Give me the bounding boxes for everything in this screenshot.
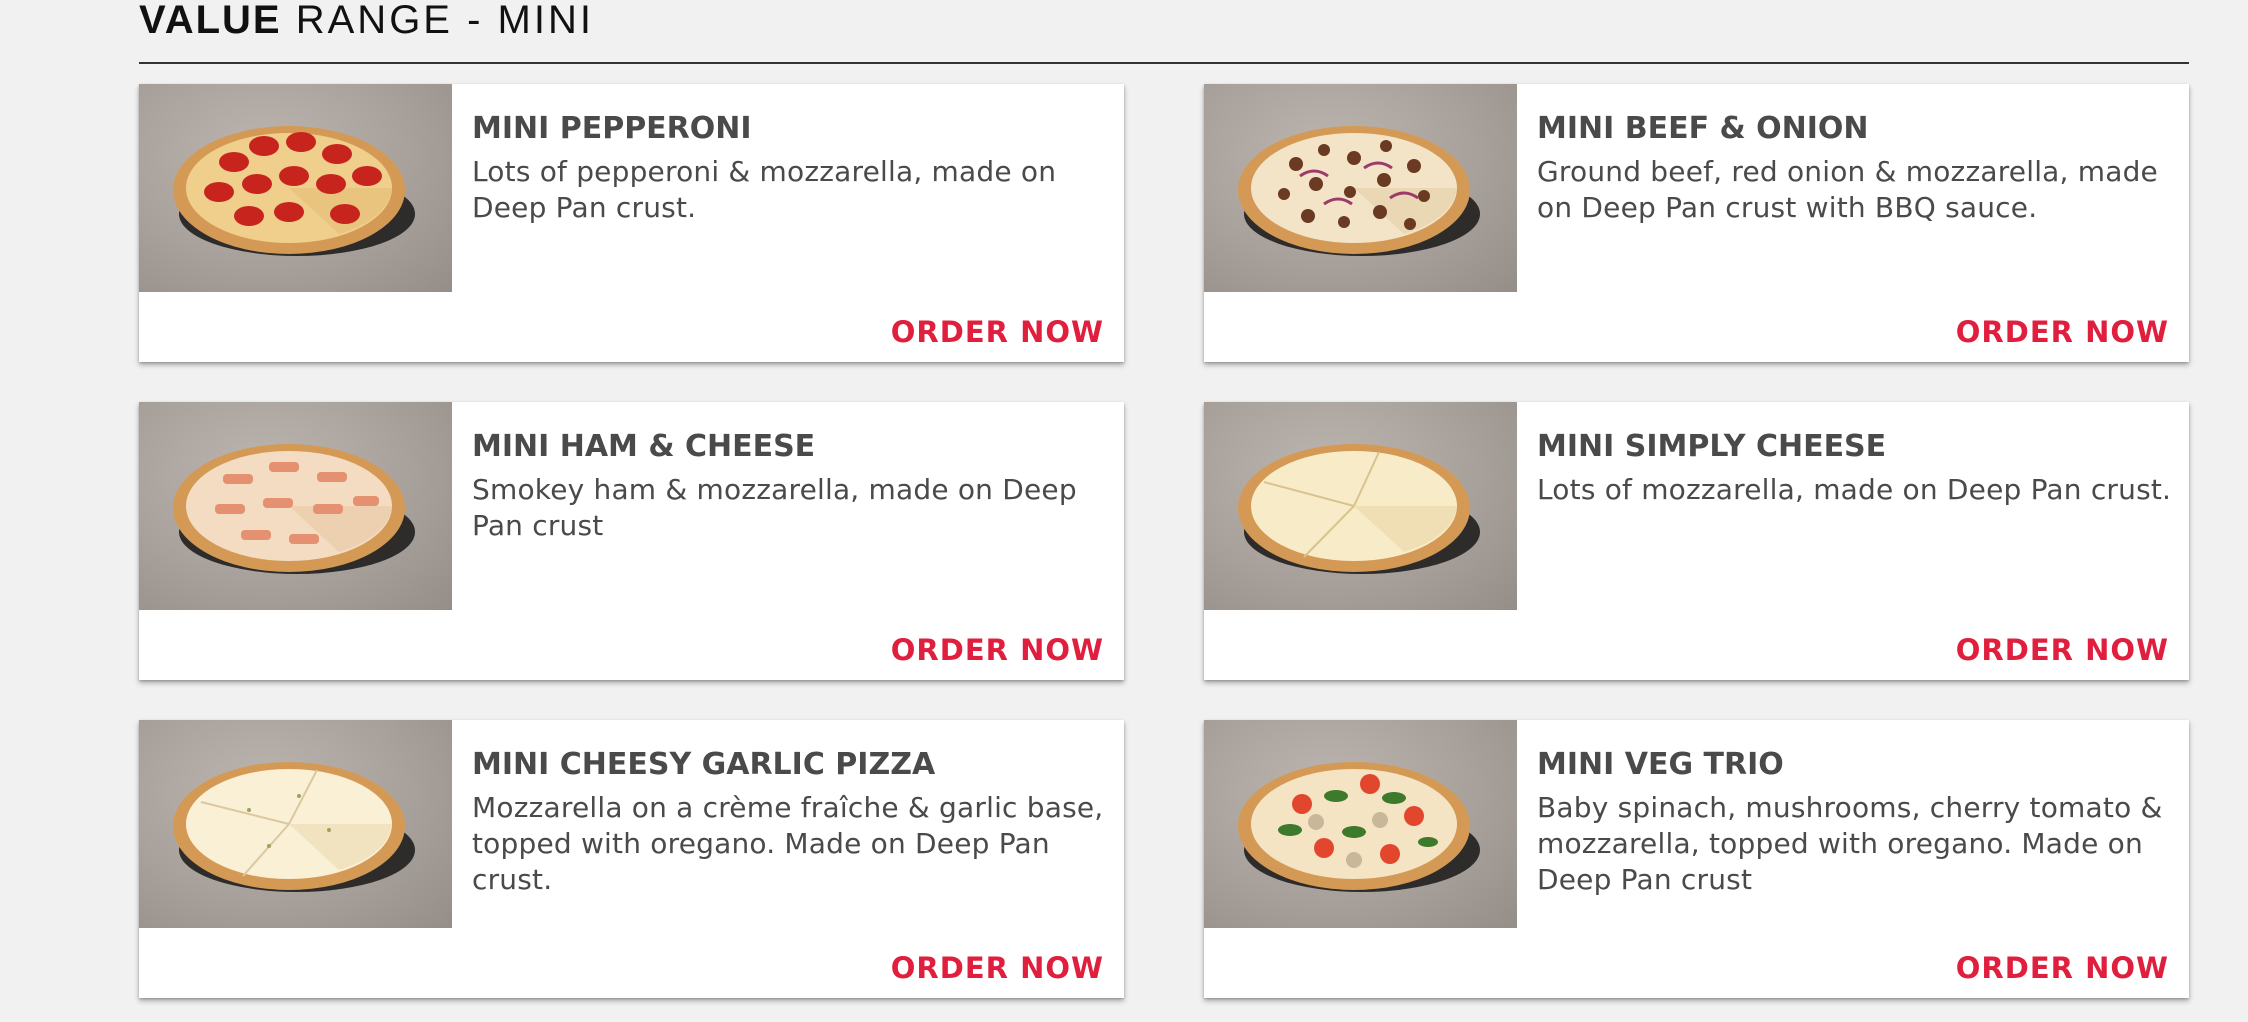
product-name: MINI CHEESY GARLIC PIZZA xyxy=(472,747,936,782)
product-grid: MINI PEPPERONI Lots of pepperoni & mozza… xyxy=(139,84,2189,998)
order-now-button[interactable]: ORDER NOW xyxy=(1956,948,2169,988)
product-card-mini-pepperoni[interactable]: MINI PEPPERONI Lots of pepperoni & mozza… xyxy=(139,84,1124,362)
pepperoni-pizza-image[interactable] xyxy=(139,84,452,292)
product-card-mini-cheesy-garlic-pizza[interactable]: MINI CHEESY GARLIC PIZZA Mozzarella on a… xyxy=(139,720,1124,998)
order-now-button[interactable]: ORDER NOW xyxy=(1956,312,2169,352)
product-card-mini-beef-onion[interactable]: MINI BEEF & ONION Ground beef, red onion… xyxy=(1204,84,2189,362)
section-header: VALUE RANGE - MINI xyxy=(139,0,2189,64)
ham-cheese-pizza-image[interactable] xyxy=(139,402,452,610)
product-card-mini-veg-trio[interactable]: MINI VEG TRIO Baby spinach, mushrooms, c… xyxy=(1204,720,2189,998)
section-title-bold: VALUE xyxy=(139,0,282,42)
order-now-button[interactable]: ORDER NOW xyxy=(891,630,1104,670)
cheese-pizza-image[interactable] xyxy=(1204,402,1517,610)
order-now-button[interactable]: ORDER NOW xyxy=(891,312,1104,352)
product-card-mini-ham-cheese[interactable]: MINI HAM & CHEESE Smokey ham & mozzarell… xyxy=(139,402,1124,680)
product-name: MINI VEG TRIO xyxy=(1537,747,1784,782)
product-card-mini-simply-cheese[interactable]: MINI SIMPLY CHEESE Lots of mozzarella, m… xyxy=(1204,402,2189,680)
product-description: Lots of mozzarella, made on Deep Pan cru… xyxy=(1537,473,2172,506)
order-now-button[interactable]: ORDER NOW xyxy=(1956,630,2169,670)
product-name: MINI HAM & CHEESE xyxy=(472,429,816,464)
beef-onion-pizza-image[interactable] xyxy=(1204,84,1517,292)
product-description: Mozzarella on a crème fraîche & garlic b… xyxy=(472,791,1104,896)
order-now-button[interactable]: ORDER NOW xyxy=(891,948,1104,988)
product-description: Baby spinach, mushrooms, cherry tomato &… xyxy=(1537,791,2163,896)
section-title-light: RANGE - MINI xyxy=(295,0,594,42)
section-title: VALUE RANGE - MINI xyxy=(139,0,594,44)
product-name: MINI BEEF & ONION xyxy=(1537,111,1869,146)
product-description: Lots of pepperoni & mozzarella, made on … xyxy=(472,155,1057,224)
product-description: Ground beef, red onion & mozzarella, mad… xyxy=(1537,155,2158,224)
product-description: Smokey ham & mozzarella, made on Deep Pa… xyxy=(472,473,1077,542)
garlic-pizza-image[interactable] xyxy=(139,720,452,928)
product-name: MINI SIMPLY CHEESE xyxy=(1537,429,1887,464)
veg-trio-pizza-image[interactable] xyxy=(1204,720,1517,928)
product-name: MINI PEPPERONI xyxy=(472,111,752,146)
